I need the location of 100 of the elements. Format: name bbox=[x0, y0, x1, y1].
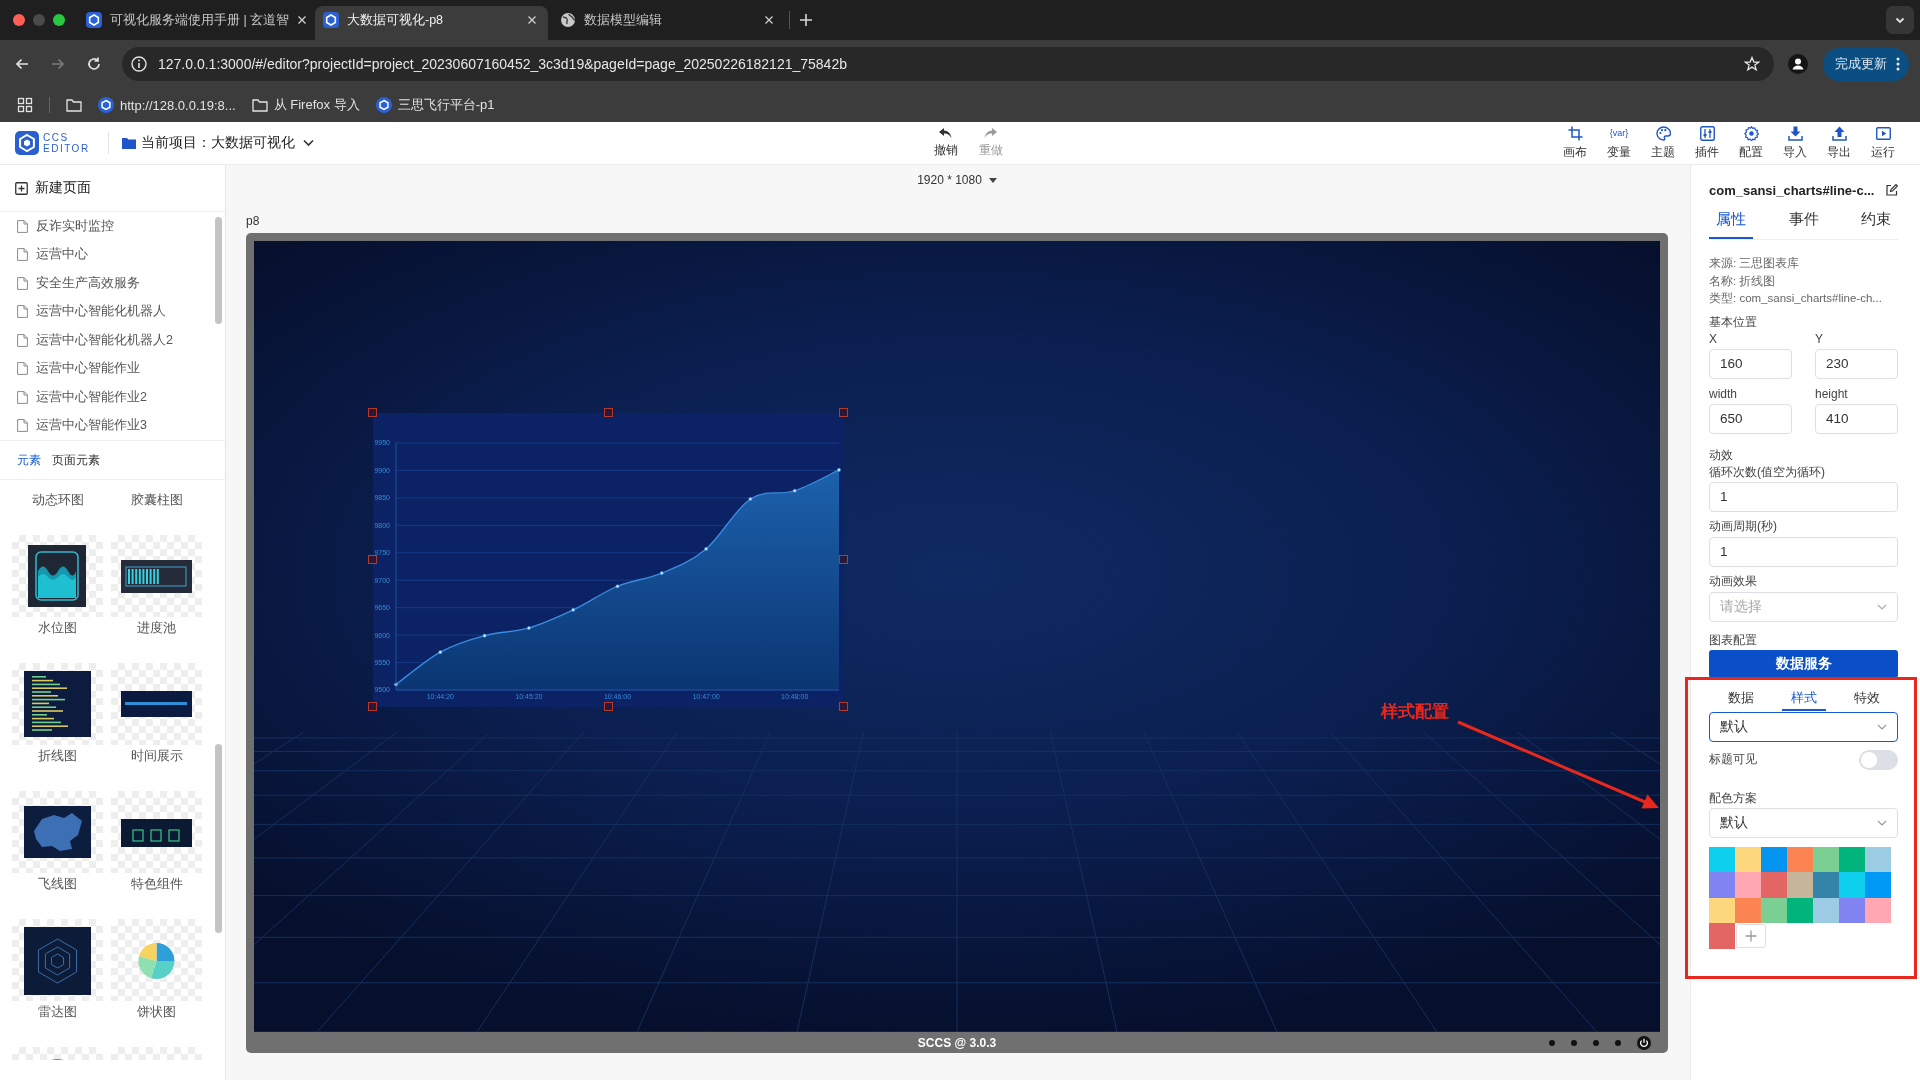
browser-tab[interactable]: 大数据可视化-p8 bbox=[315, 6, 548, 40]
color-swatch[interactable] bbox=[1735, 872, 1761, 898]
color-swatch[interactable] bbox=[1839, 846, 1865, 872]
close-icon[interactable] bbox=[527, 15, 537, 25]
page-list-item[interactable]: 运营中心智能作业 bbox=[0, 354, 225, 383]
edit-icon[interactable] bbox=[1886, 184, 1898, 196]
inspector-tab[interactable]: 约束 bbox=[1854, 201, 1898, 239]
page-list-item[interactable]: 安全生产高效服务 bbox=[0, 269, 225, 298]
project-dropdown[interactable]: 大数据可视化 bbox=[210, 134, 314, 152]
resize-handle[interactable] bbox=[368, 702, 377, 711]
config-tab[interactable]: 样式 bbox=[1781, 686, 1826, 711]
scrollbar-thumb[interactable] bbox=[215, 217, 222, 324]
tab-list-button[interactable] bbox=[1886, 6, 1914, 34]
info-icon[interactable] bbox=[130, 55, 148, 73]
page-list-item[interactable]: 运营中心智能化机器人 bbox=[0, 297, 225, 326]
data-service-button[interactable]: 数据服务 bbox=[1709, 649, 1898, 678]
config-tab[interactable]: 特效 bbox=[1844, 686, 1889, 711]
resize-handle[interactable] bbox=[368, 408, 377, 417]
page-list-item[interactable]: 运营中心智能作业2 bbox=[0, 383, 225, 412]
toggle-switch[interactable] bbox=[1859, 749, 1898, 770]
new-page-button[interactable]: 新建页面 bbox=[15, 179, 91, 197]
update-button[interactable]: 完成更新 bbox=[1823, 47, 1909, 81]
resize-handle[interactable] bbox=[839, 702, 848, 711]
bookmark-link[interactable] bbox=[66, 98, 82, 112]
color-swatch[interactable] bbox=[1709, 872, 1735, 898]
color-swatch[interactable] bbox=[1761, 897, 1787, 923]
export-button[interactable]: 导出 bbox=[1821, 125, 1857, 161]
number-field[interactable]: 160 bbox=[1709, 348, 1792, 379]
import-button[interactable]: 导入 bbox=[1777, 125, 1813, 161]
resize-handle[interactable] bbox=[839, 555, 848, 564]
person-icon[interactable] bbox=[1788, 54, 1808, 74]
close-icon[interactable] bbox=[297, 15, 308, 25]
page-list-item[interactable]: 运营中心智能化机器人2 bbox=[0, 326, 225, 355]
period-field[interactable]: 1 bbox=[1709, 536, 1898, 567]
dot-icon[interactable] bbox=[1549, 1039, 1555, 1046]
apps-grid-icon[interactable] bbox=[17, 97, 33, 113]
browser-tab[interactable]: 数据模型编辑 bbox=[552, 6, 785, 40]
color-swatch[interactable] bbox=[1787, 872, 1813, 898]
config-tab[interactable]: 数据 bbox=[1718, 686, 1763, 711]
star-icon[interactable] bbox=[1744, 56, 1760, 72]
number-field[interactable]: 410 bbox=[1815, 403, 1898, 434]
plus-icon[interactable] bbox=[799, 13, 813, 27]
resolution-dropdown[interactable]: 1920 * 1080 bbox=[917, 173, 997, 187]
close-icon[interactable] bbox=[764, 15, 774, 25]
scrollbar-thumb[interactable] bbox=[215, 744, 222, 933]
panel-tab[interactable]: 元素 bbox=[17, 451, 41, 469]
address-field[interactable]: 127.0.0.1:3000/#/editor?projectId=project_20230607160452_3c3d19&pageId=page_20250226182121_75842b bbox=[122, 47, 1774, 81]
color-swatch[interactable] bbox=[1761, 872, 1787, 898]
color-swatch[interactable] bbox=[1865, 846, 1891, 872]
back-arrow-icon[interactable] bbox=[14, 56, 30, 72]
color-swatch[interactable] bbox=[1787, 846, 1813, 872]
theme-button[interactable]: 主题 bbox=[1645, 125, 1681, 161]
bookmark-link[interactable]: 从 Firefox 导入 bbox=[251, 96, 360, 114]
color-swatch[interactable] bbox=[1709, 846, 1735, 872]
color-swatch[interactable] bbox=[1839, 872, 1865, 898]
settings-button[interactable]: 配置 bbox=[1733, 125, 1769, 161]
page-list-item[interactable]: 运营中心智能作业3 bbox=[0, 411, 225, 440]
inspector-tab[interactable]: 事件 bbox=[1781, 201, 1826, 239]
resize-handle[interactable] bbox=[839, 408, 848, 417]
resize-handle[interactable] bbox=[603, 702, 613, 711]
browser-tab[interactable]: 可视化服务端使用手册 | 玄道智 bbox=[78, 6, 311, 40]
number-field[interactable]: 230 bbox=[1815, 348, 1898, 379]
color-swatch[interactable] bbox=[1813, 846, 1839, 872]
color-swatch[interactable] bbox=[1709, 897, 1735, 923]
page-list-item[interactable]: 运营中心 bbox=[0, 240, 225, 269]
color-swatch[interactable] bbox=[1813, 897, 1839, 923]
inspector-tab[interactable]: 属性 bbox=[1709, 201, 1753, 239]
color-swatch[interactable] bbox=[1865, 872, 1891, 898]
plugin-button[interactable]: 插件 bbox=[1689, 125, 1725, 161]
window-minimize-icon[interactable] bbox=[33, 14, 45, 26]
color-swatch[interactable] bbox=[1709, 923, 1735, 949]
color-swatch[interactable] bbox=[1761, 846, 1787, 872]
resize-handle[interactable] bbox=[368, 555, 377, 564]
power-icon[interactable] bbox=[1637, 1035, 1651, 1050]
number-field[interactable]: 650 bbox=[1709, 403, 1792, 434]
variable-button[interactable]: {var} 变量 bbox=[1601, 125, 1637, 161]
color-swatch[interactable] bbox=[1813, 872, 1839, 898]
add-color-button[interactable] bbox=[1736, 923, 1766, 948]
window-maximize-icon[interactable] bbox=[53, 14, 65, 26]
dot-icon[interactable] bbox=[1615, 1039, 1621, 1046]
resize-handle[interactable] bbox=[603, 408, 613, 417]
dot-icon[interactable] bbox=[1571, 1039, 1577, 1046]
run-button[interactable]: 运行 bbox=[1865, 125, 1901, 161]
canvas-button[interactable]: 画布 bbox=[1557, 125, 1593, 161]
color-swatch[interactable] bbox=[1735, 897, 1761, 923]
undo-button[interactable]: 撤销 bbox=[927, 127, 964, 159]
loop-count-field[interactable]: 1 bbox=[1709, 481, 1898, 512]
reload-icon[interactable] bbox=[86, 56, 102, 72]
page-list-item[interactable]: 反诈实时监控 bbox=[0, 212, 225, 241]
dot-icon[interactable] bbox=[1593, 1039, 1599, 1046]
palette-select[interactable]: 默认 bbox=[1709, 807, 1898, 838]
panel-tab[interactable]: 页面元素 bbox=[52, 451, 100, 469]
style-select[interactable]: 默认 bbox=[1709, 711, 1898, 742]
bookmark-link[interactable]: 三思飞行平台-p1 bbox=[375, 96, 495, 114]
color-swatch[interactable] bbox=[1865, 897, 1891, 923]
color-swatch[interactable] bbox=[1839, 897, 1865, 923]
bookmark-link[interactable]: http://128.0.0.19:8... bbox=[98, 97, 236, 113]
window-close-icon[interactable] bbox=[13, 14, 25, 26]
color-swatch[interactable] bbox=[1735, 846, 1761, 872]
color-swatch[interactable] bbox=[1787, 897, 1813, 923]
